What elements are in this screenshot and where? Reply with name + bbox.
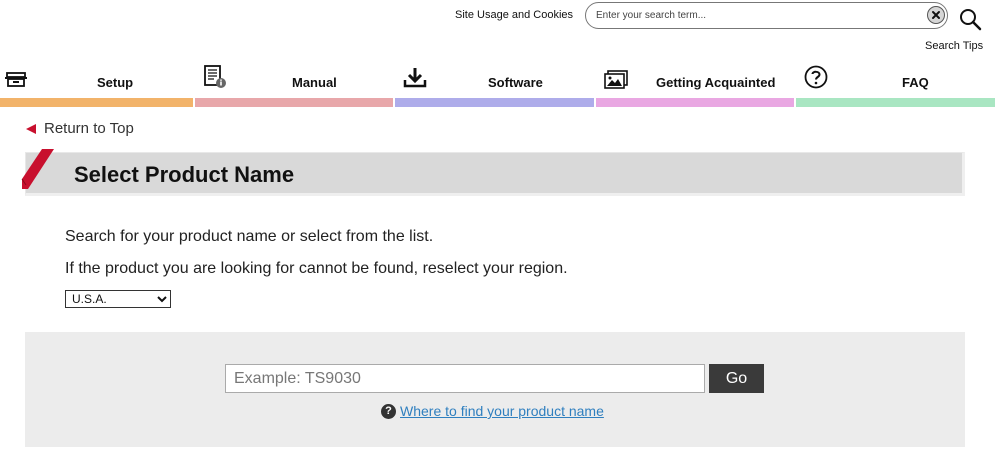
intro-text-search: Search for your product name or select f… <box>65 228 434 245</box>
nav-item-faq[interactable]: FAQ <box>796 60 995 108</box>
main-nav: Setup Manual Software Getting Acquainted <box>0 60 995 108</box>
help-icon: ? <box>381 403 396 419</box>
photo-icon <box>604 70 628 89</box>
nav-label-getting-acquainted: Getting Acquainted <box>656 75 776 90</box>
return-to-top-label: Return to Top <box>44 120 134 137</box>
go-button[interactable]: Go <box>709 364 764 393</box>
product-search-panel: Go ? Where to find your product name <box>25 332 965 447</box>
search-button[interactable] <box>958 7 982 31</box>
download-icon <box>403 68 427 88</box>
page-title: Select Product Name <box>74 162 295 187</box>
nav-color-bar <box>0 98 193 107</box>
region-select[interactable]: U.S.A. <box>65 290 171 308</box>
return-to-top-link[interactable]: Return to Top <box>26 120 134 137</box>
nav-item-software[interactable]: Software <box>395 60 594 108</box>
nav-label-manual: Manual <box>292 75 337 90</box>
nav-label-setup: Setup <box>97 75 134 90</box>
site-search-box <box>585 2 948 29</box>
left-triangle-icon <box>26 123 36 134</box>
nav-color-bar <box>395 98 594 107</box>
site-usage-link[interactable]: Site Usage and Cookies <box>455 9 573 21</box>
product-name-input[interactable] <box>225 364 705 393</box>
search-tips-link[interactable]: Search Tips <box>925 40 983 52</box>
intro-text-region: If the product you are looking for canno… <box>65 260 568 277</box>
printer-setup-icon <box>5 72 27 87</box>
document-info-icon <box>204 65 226 88</box>
top-bar: Site Usage and Cookies Search Tips <box>0 0 995 60</box>
clear-search-button[interactable] <box>927 6 945 24</box>
close-icon <box>932 11 940 19</box>
nav-item-getting-acquainted[interactable]: Getting Acquainted <box>596 60 794 108</box>
help-row: ? Where to find your product name <box>381 403 604 419</box>
where-to-find-link[interactable]: Where to find your product name <box>400 403 604 419</box>
nav-item-manual[interactable]: Manual <box>195 60 393 108</box>
nav-item-setup[interactable]: Setup <box>0 60 193 108</box>
site-search-input[interactable] <box>596 7 916 24</box>
nav-label-software: Software <box>488 75 543 90</box>
page-title-band: Select Product Name <box>25 152 965 196</box>
nav-label-faq: FAQ <box>902 75 929 90</box>
search-icon <box>960 9 982 31</box>
nav-color-bar <box>796 98 995 107</box>
ribbon-decoration <box>20 147 62 189</box>
nav-color-bar <box>596 98 794 107</box>
question-circle-icon <box>804 65 828 89</box>
nav-color-bar <box>195 98 393 107</box>
